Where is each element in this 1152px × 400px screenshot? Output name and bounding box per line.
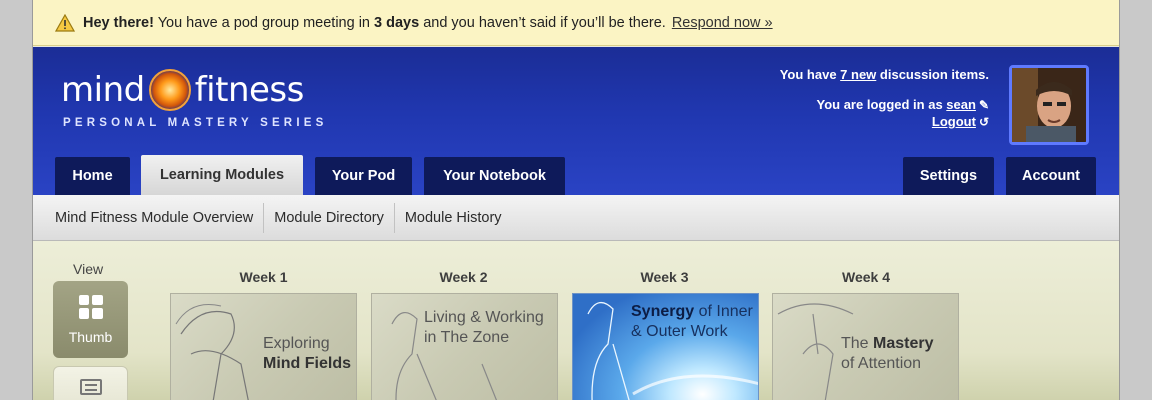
notice-message-pre: You have a pod group meeting in <box>153 14 375 31</box>
logo-word-mind: mind <box>61 70 145 110</box>
app-frame: Hey there! You have a pod group meeting … <box>32 0 1120 400</box>
view-label: View <box>73 261 104 277</box>
sub-nav: Mind Fitness Module Overview Module Dire… <box>33 195 1119 241</box>
subnav-module-overview[interactable]: Mind Fitness Module Overview <box>45 202 265 233</box>
edit-pencil-icon[interactable]: ✎ <box>979 98 989 112</box>
discussion-new-link[interactable]: 7 new <box>840 67 876 82</box>
tab-settings[interactable]: Settings <box>903 157 994 195</box>
tab-home[interactable]: Home <box>55 157 130 195</box>
module-card-week-2[interactable]: Living & Working in The Zone <box>371 293 558 400</box>
module-title-line2: of Attention <box>841 355 922 372</box>
tab-learning-modules[interactable]: Learning Modules <box>141 155 303 195</box>
module-card-week-1[interactable]: Exploring Mind Fields <box>170 293 357 400</box>
module-title-line1-pre: The <box>841 335 874 352</box>
tab-account[interactable]: Account <box>1006 157 1096 195</box>
tab-your-notebook[interactable]: Your Notebook <box>424 157 565 195</box>
respond-now-link[interactable]: Respond now » <box>672 15 773 31</box>
week-label: Week 1 <box>239 269 288 285</box>
tab-your-pod[interactable]: Your Pod <box>315 157 412 195</box>
warning-icon <box>55 13 75 32</box>
module-title-line1: Living & Working <box>424 309 544 326</box>
avatar[interactable] <box>1009 65 1089 145</box>
discussion-text-post: discussion items. <box>876 67 989 82</box>
module-card-week-3[interactable]: Synergy of Inner & Outer Work <box>572 293 759 400</box>
modules-content: View Thumb Week 1 Exploring Mind Fields … <box>33 241 1119 400</box>
logo-orb-icon <box>148 69 191 111</box>
site-header: mind fitness PERSONAL MASTERY SERIES You … <box>33 47 1119 195</box>
site-logo[interactable]: mind fitness PERSONAL MASTERY SERIES <box>61 69 323 129</box>
module-title-line1: Exploring <box>263 335 330 352</box>
module-card-week-4[interactable]: The Mastery of Attention <box>772 293 959 400</box>
username-link[interactable]: sean <box>946 97 976 112</box>
notice-greeting: Hey there! <box>83 14 154 31</box>
list-icon <box>79 379 102 395</box>
week-label: Week 2 <box>439 269 488 285</box>
logged-in-text: You are logged in as <box>816 97 947 112</box>
notice-message-post: and you haven’t said if you’ll be there. <box>419 14 666 31</box>
notice-bar: Hey there! You have a pod group meeting … <box>33 0 1119 46</box>
module-title-bold: Synergy <box>631 303 695 320</box>
avatar-photo <box>1012 68 1086 142</box>
discussion-text-pre: You have <box>779 67 841 82</box>
thumb-label: Thumb <box>68 328 113 345</box>
subnav-module-history[interactable]: Module History <box>395 203 512 233</box>
module-title-line2: in The Zone <box>424 329 510 346</box>
main-nav: Home Learning Modules Your Pod Your Note… <box>33 155 1119 195</box>
thumb-view-button[interactable]: Thumb <box>53 281 128 358</box>
logo-tagline: PERSONAL MASTERY SERIES <box>63 117 328 129</box>
subnav-module-directory[interactable]: Module Directory <box>264 202 395 233</box>
grid-icon <box>78 294 103 319</box>
module-title-bold: Mastery <box>873 335 934 352</box>
module-title-line2: Mind Fields <box>263 355 351 372</box>
module-title-line2: & Outer Work <box>631 323 728 340</box>
notice-message-bold: 3 days <box>374 14 420 31</box>
week-label: Week 4 <box>842 269 890 285</box>
logout-arrow-icon: ↺ <box>978 115 989 129</box>
week-label: Week 3 <box>640 269 689 285</box>
logout-link[interactable]: Logout <box>932 114 976 129</box>
user-info: You have 7 new discussion items. You are… <box>780 67 989 144</box>
logo-word-fitness: fitness <box>194 70 305 110</box>
module-title-line1: of Inner <box>694 303 753 320</box>
list-view-button[interactable] <box>53 366 128 400</box>
